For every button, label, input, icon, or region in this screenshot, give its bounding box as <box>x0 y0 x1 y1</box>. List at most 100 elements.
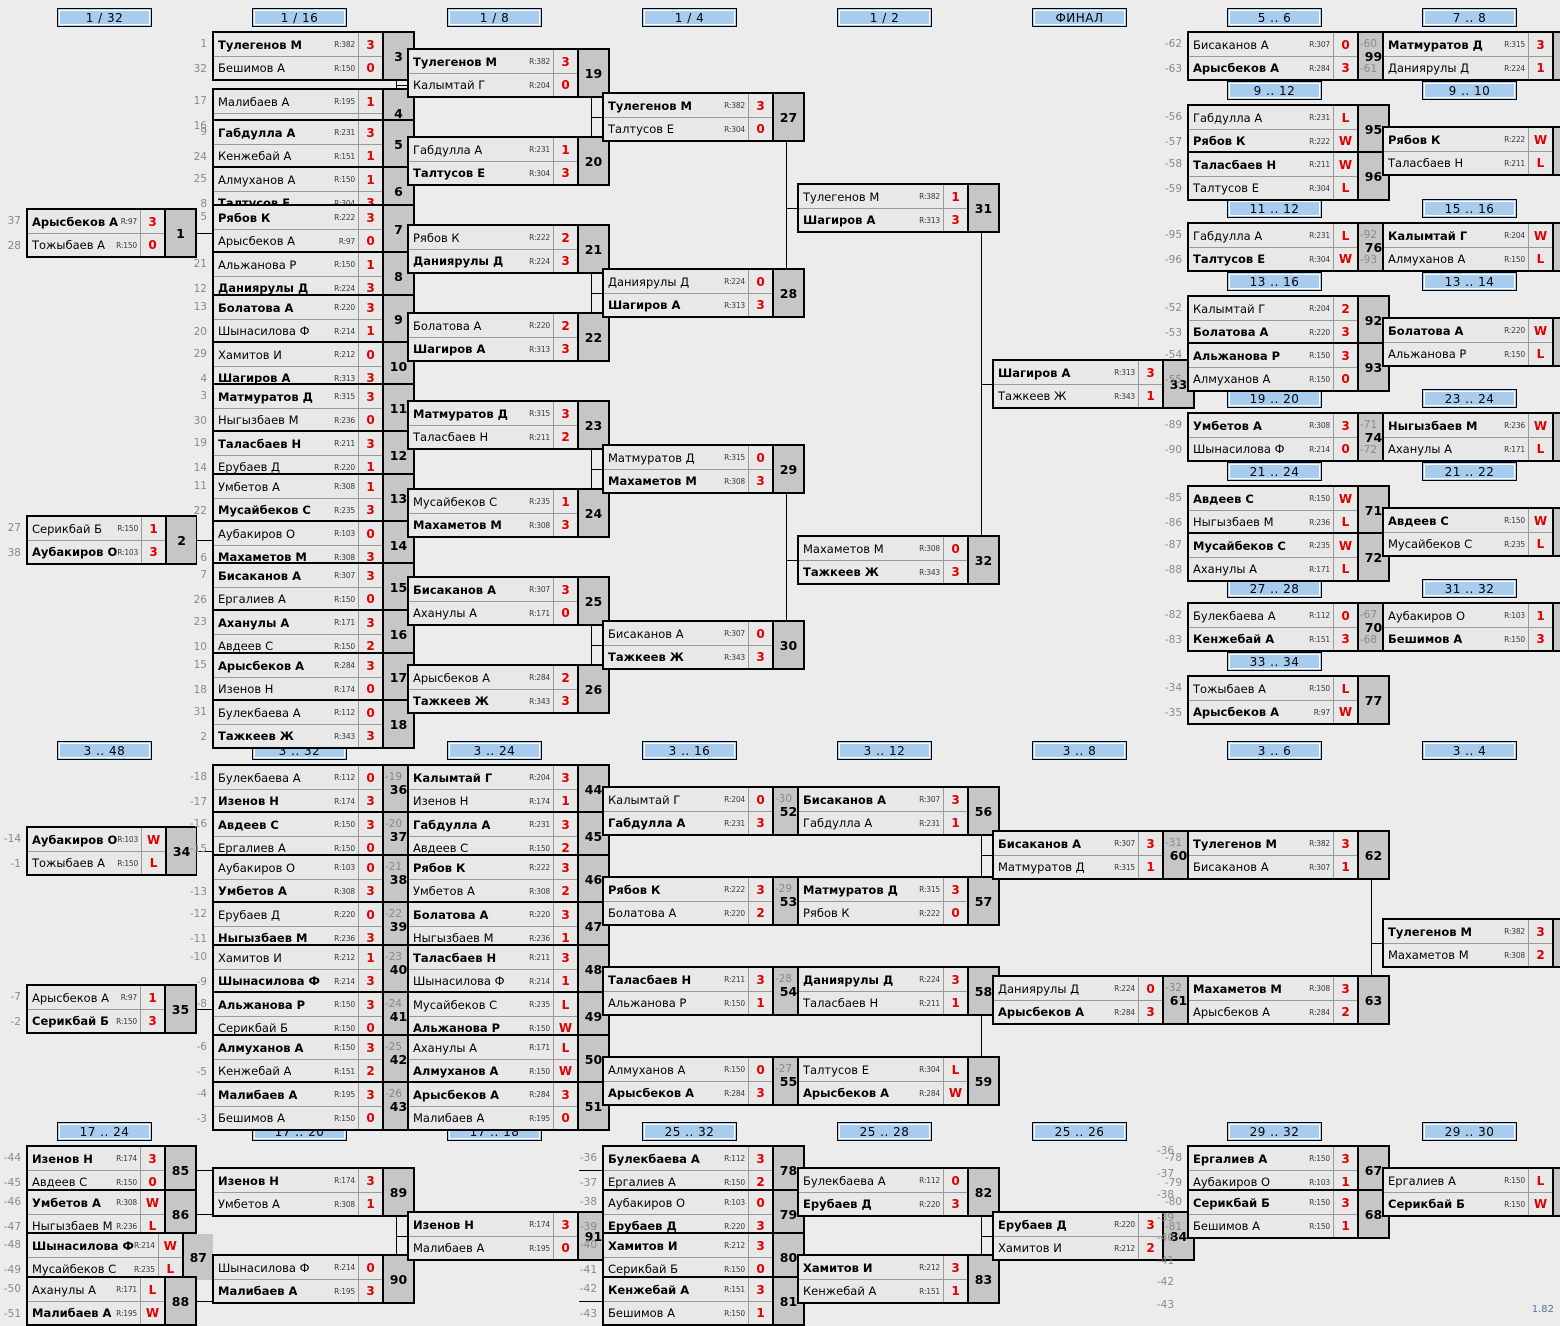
player-row[interactable]: Махаметов М R:308 3 <box>604 469 772 492</box>
match-card[interactable]: Рябов К R:222 3 Умбетов А R:308 2 46 <box>407 854 610 904</box>
match-card[interactable]: Матмуратов Д R:315 3 Ныгызбаев М R:236 0 11 <box>212 383 415 433</box>
match-card[interactable]: Булекбаева А R:112 0 Тажкеев Ж R:343 3 18 <box>212 699 415 749</box>
match-card[interactable]: Бисаканов А R:307 3 Габдулла А R:231 1 56 <box>797 786 1000 836</box>
player-row[interactable]: Талтусов Е R:304 L <box>799 1058 967 1081</box>
player-row[interactable]: Арысбеков А R:284 3 <box>409 1083 577 1106</box>
player-row[interactable]: Даниярулы Д R:224 0 <box>994 977 1162 1000</box>
match-box[interactable]: Болатова А R:220W Альжанова Р R:150L94 <box>1382 317 1560 367</box>
player-row[interactable]: Арысбеков А R:284 2 <box>1189 1000 1357 1023</box>
player-row[interactable]: Серикбай Б R:150 3 <box>1189 1191 1357 1214</box>
player-row[interactable]: Махаметов М R:308 0 <box>799 537 967 560</box>
player-row[interactable]: Бисаканов А R:307 3 <box>214 564 382 587</box>
match-box[interactable]: 1 32 Тулегенов М R:382 3 Бешимов А R:150 0 3 <box>194 31 415 81</box>
player-row[interactable]: Матмуратов Д R:315 3 <box>409 402 577 425</box>
player-row[interactable]: Кенжебай А R:151 1 <box>214 144 382 167</box>
match-card[interactable]: Калымтай Г R:204 3 Изенов Н R:174 1 44 <box>407 764 610 814</box>
player-row[interactable]: Матмуратов Д R:315 0 <box>604 446 772 469</box>
player-row[interactable]: Габдулла А R:231 1 <box>409 138 577 161</box>
player-row[interactable]: Серикбай Б R:150 1 <box>28 517 166 540</box>
match-card[interactable]: Альжанова Р R:150 3 Алмуханов А R:150 0 93 <box>1187 342 1390 392</box>
player-row[interactable]: Рябов К R:222 W <box>1384 128 1552 151</box>
match-card[interactable]: Ергалиев А R:150 3 Аубакиров О R:103 1 67 <box>1187 1145 1390 1195</box>
match-card[interactable]: Тулегенов М R:3823 Махаметов М R:308264 <box>1382 918 1560 968</box>
match-box[interactable]: 15 18 Арысбеков А R:284 3 Изенов Н R:174 0 17 <box>194 652 415 702</box>
match-box[interactable]: Тулегенов М R:382 3 Талтусов Е R:304 0 27 <box>602 92 805 142</box>
match-card[interactable]: Шынасилова Ф R:214 W Мусайбеков С R:235 L 87 <box>26 1232 213 1282</box>
player-row[interactable]: Кенжебай А R:151 3 <box>604 1278 772 1301</box>
player-row[interactable]: Тажкеев Ж R:343 3 <box>799 560 967 583</box>
match-card[interactable]: Бисаканов А R:307 0 Тажкеев Ж R:343 3 30 <box>602 620 805 670</box>
player-row[interactable]: Изенов Н R:174 3 <box>409 1213 577 1236</box>
match-card[interactable]: Рябов К R:222 3 Арысбеков А R:97 0 7 <box>212 204 415 254</box>
player-row[interactable]: Бешимов А R:150 0 <box>214 1106 382 1129</box>
player-row[interactable]: Калымтай Г R:204 0 <box>604 788 772 811</box>
player-row[interactable]: Алмуханов А R:150 1 <box>214 168 382 191</box>
player-row[interactable]: Малибаев А R:195 1 <box>214 90 382 113</box>
player-row[interactable]: Бисаканов А R:307 0 <box>1189 33 1357 56</box>
player-row[interactable]: Малибаев А R:195 0 <box>409 1236 577 1259</box>
player-row[interactable]: Даниярулы Д R:224 0 <box>604 270 772 293</box>
player-row[interactable]: Тожыбаев А R:150 L <box>28 851 166 874</box>
player-row[interactable]: Бешимов А R:150 1 <box>1189 1214 1357 1237</box>
player-row[interactable]: Мусайбеков С R:235 1 <box>409 490 577 513</box>
match-box[interactable]: Бисаканов А R:307 0 Тажкеев Ж R:343 3 30 <box>602 620 805 670</box>
player-row[interactable]: Тажкеев Ж R:343 1 <box>994 384 1162 407</box>
match-box[interactable]: Тулегенов М R:382 1 Шагиров А R:313 3 31 <box>797 183 1000 233</box>
player-row[interactable]: Изенов Н R:174 3 <box>214 1169 382 1192</box>
player-row[interactable]: Серикбай Б R:150 W <box>1384 1192 1552 1215</box>
player-row[interactable]: Булекбаева А R:112 3 <box>604 1147 772 1170</box>
player-row[interactable]: Аубакиров О R:103 0 <box>604 1191 772 1214</box>
match-card[interactable]: Шынасилова Ф R:214 0 Малибаев А R:195 3 90 <box>212 1254 415 1304</box>
player-row[interactable]: Авдеев С R:150 3 <box>214 813 382 836</box>
player-row[interactable]: Рябов К R:222 W <box>1189 129 1357 152</box>
player-row[interactable]: Алмуханов А R:150 0 <box>604 1058 772 1081</box>
player-row[interactable]: Бисаканов А R:307 3 <box>799 788 967 811</box>
match-card[interactable]: Болатова А R:220 3 Шынасилова Ф R:214 1 9 <box>212 294 415 344</box>
player-row[interactable]: Ныгызбаев М R:236 0 <box>214 408 382 431</box>
player-row[interactable]: Хамитов И R:212 1 <box>214 946 382 969</box>
player-row[interactable]: Матмуратов Д R:315 3 <box>214 385 382 408</box>
player-row[interactable]: Альжанова Р R:150 1 <box>214 253 382 276</box>
match-box[interactable]: -27 Талтусов Е R:304 L Арысбеков А R:284 W 59 <box>775 1056 1000 1106</box>
player-row[interactable]: Тажкеев Ж R:343 3 <box>409 689 577 712</box>
player-row[interactable]: Изенов Н R:174 0 <box>214 677 382 700</box>
match-box[interactable]: -14 -1 Аубакиров О R:103 W Тожыбаев А R:150 L 34 <box>4 826 197 876</box>
match-box[interactable]: 5 Рябов К R:222 3 Арысбеков А R:97 0 7 <box>200 204 415 254</box>
player-row[interactable]: Габдулла А R:231 L <box>1189 106 1357 129</box>
match-box[interactable]: -48 -49 Шынасилова Ф R:214 W Мусайбеков С R:23… <box>4 1232 213 1282</box>
player-row[interactable]: Шынасилова Ф R:214 W <box>28 1234 182 1257</box>
player-row[interactable]: Изенов Н R:174 1 <box>409 789 577 812</box>
match-card[interactable]: Ныгызбаев М R:236W Аханулы А R:171L66 <box>1382 412 1560 462</box>
player-row[interactable]: Тожыбаев А R:150 L <box>1189 677 1357 700</box>
match-card[interactable]: Изенов Н R:174 3 Авдеев С R:150 0 85 <box>26 1145 197 1195</box>
match-card[interactable]: Арысбеков А R:284 2 Тажкеев Ж R:343 3 26 <box>407 664 610 714</box>
match-card[interactable]: Габдулла А R:231 3 Кенжебай А R:151 1 5 <box>212 119 415 169</box>
player-row[interactable]: Малибаев А R:195 W <box>28 1301 164 1324</box>
player-row[interactable]: Аубакиров О R:103 0 <box>214 856 382 879</box>
player-row[interactable]: Ерубаев Д R:220 3 <box>994 1213 1162 1236</box>
player-row[interactable]: Тулегенов М R:382 3 <box>1384 920 1552 943</box>
match-card[interactable]: Болатова А R:220 2 Шагиров А R:313 3 22 <box>407 312 610 362</box>
match-card[interactable]: Булекбаева А R:112 0 Ерубаев Д R:220 3 82 <box>797 1167 1000 1217</box>
player-row[interactable]: Таласбаев Н R:211 1 <box>799 991 967 1014</box>
match-card[interactable]: Талтусов Е R:304 L Арысбеков А R:284 W 59 <box>797 1056 1000 1106</box>
match-box[interactable]: 11 22 Умбетов А R:308 1 Мусайбеков С R:235 3 13 <box>194 473 415 523</box>
match-card[interactable]: Махаметов М R:308 3 Арысбеков А R:284 2 63 <box>1187 975 1390 1025</box>
player-row[interactable]: Аханулы А R:171 L <box>1189 557 1357 580</box>
player-row[interactable]: Тулегенов М R:382 3 <box>1189 832 1357 855</box>
match-card[interactable]: Тулегенов М R:382 3 Талтусов Е R:304 0 27 <box>602 92 805 142</box>
match-box[interactable]: 3 30 Матмуратов Д R:315 3 Ныгызбаев М R:236 0 11 <box>194 383 415 433</box>
player-row[interactable]: Умбетов А R:308 W <box>28 1191 164 1214</box>
match-box[interactable]: Тулегенов М R:382 3 Калымтай Г R:204 0 19 <box>407 48 610 98</box>
player-row[interactable]: Алмуханов А R:150 W <box>409 1059 577 1082</box>
player-row[interactable]: Болатова А R:220 2 <box>604 901 772 924</box>
player-row[interactable]: Альжанова Р R:150 1 <box>604 991 772 1014</box>
match-box[interactable]: Тулегенов М R:3823 Махаметов М R:308264 <box>1382 918 1560 968</box>
match-box[interactable]: 7 26 Бисаканов А R:307 3 Ергалиев А R:150 0 15 <box>194 562 415 612</box>
match-card[interactable]: Арысбеков А R:284 3 Малибаев А R:195 0 51 <box>407 1081 610 1131</box>
match-box[interactable]: Бисаканов А R:307 3 Аханулы А R:171 0 25 <box>407 576 610 626</box>
player-row[interactable]: Малибаев А R:195 3 <box>214 1083 382 1106</box>
player-row[interactable]: Малибаев А R:195 0 <box>409 1106 577 1129</box>
player-row[interactable]: Аханулы А R:171 L <box>28 1278 164 1301</box>
player-row[interactable]: Арысбеков А R:284 3 <box>214 654 382 677</box>
